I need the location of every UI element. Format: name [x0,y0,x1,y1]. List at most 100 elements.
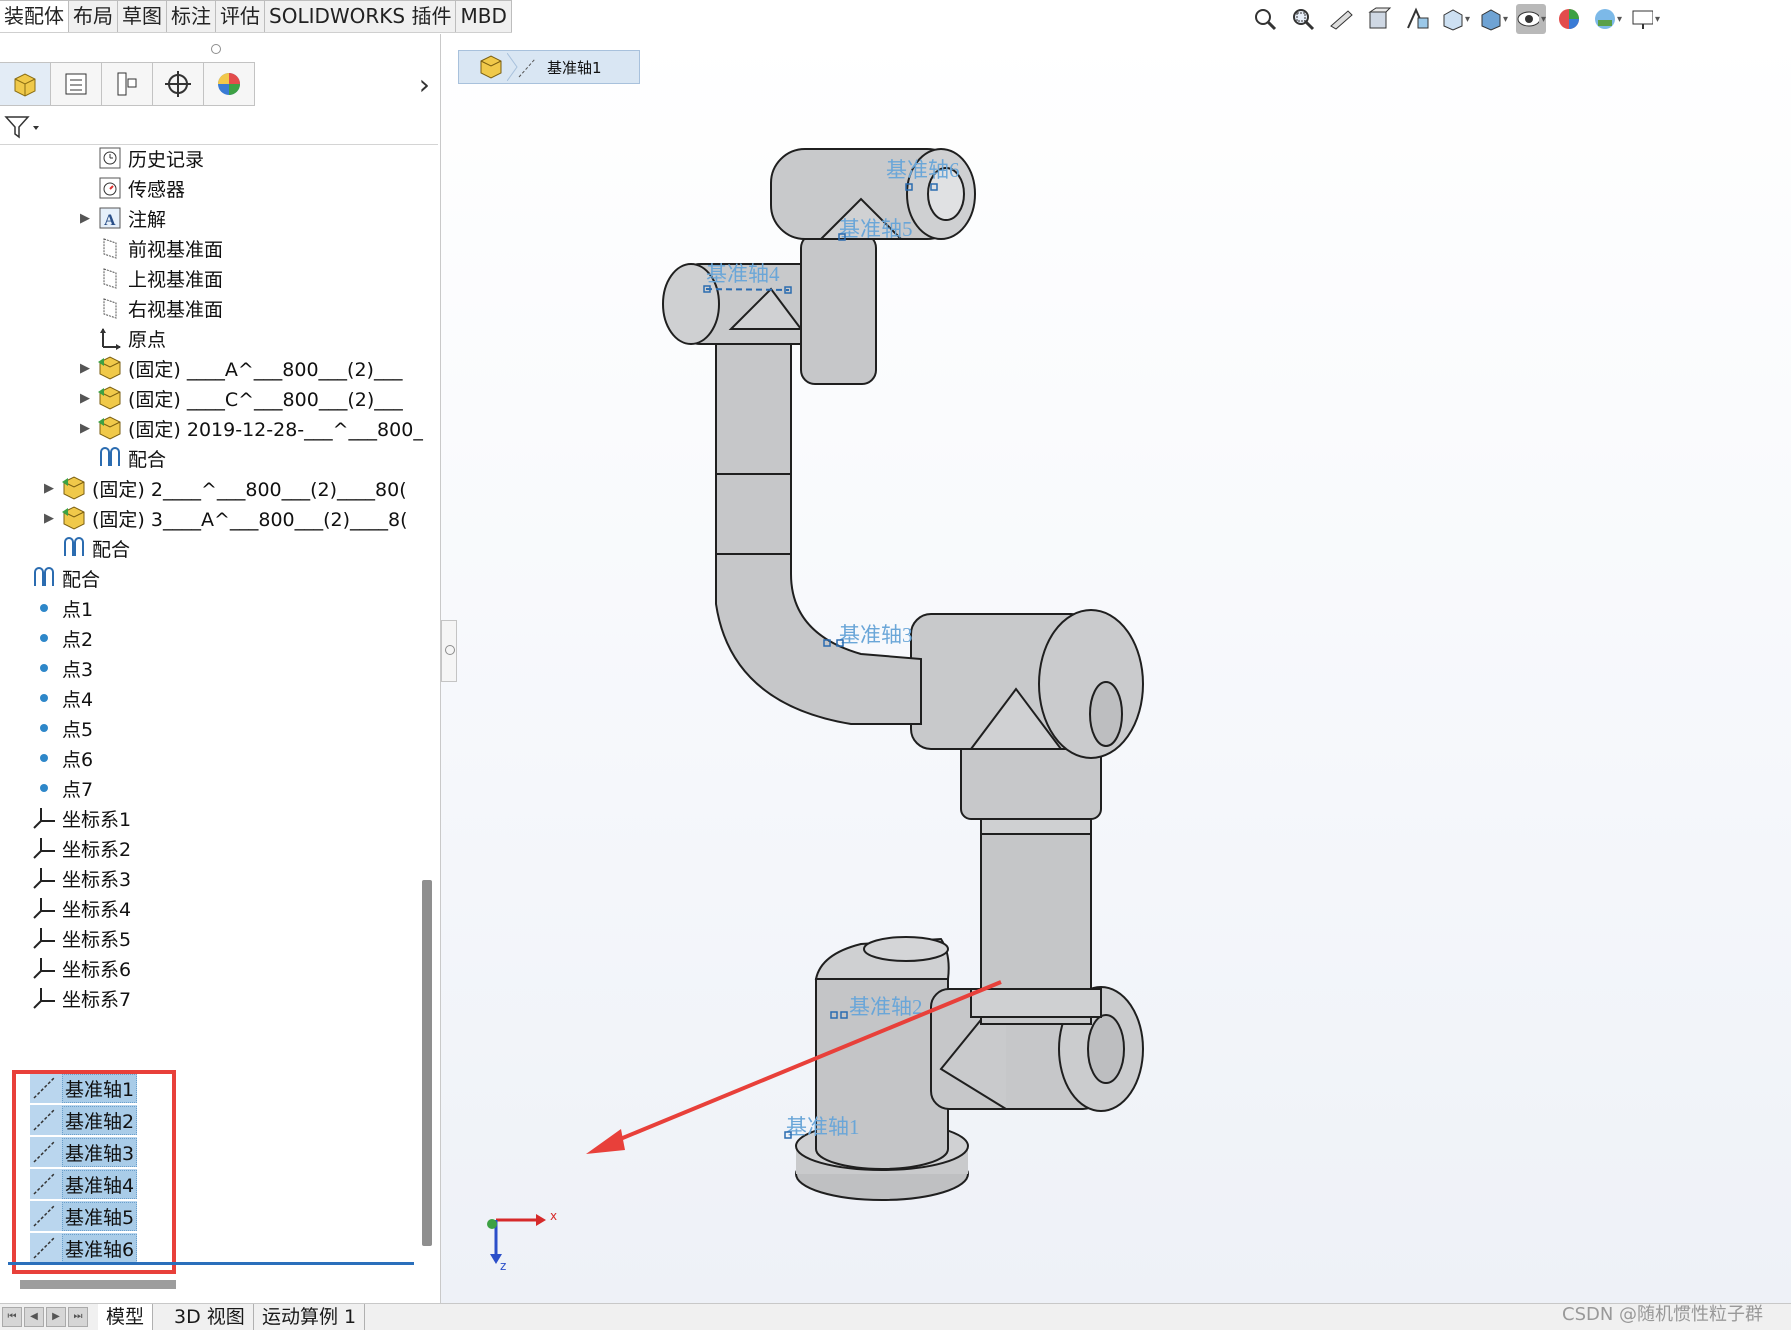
tree-item-point[interactable]: 点5 [12,713,93,743]
tree-item-coordinate-system[interactable]: 坐标系2 [12,833,131,863]
panel-grip[interactable] [211,44,221,54]
tab-layout[interactable]: 布局 [69,0,118,32]
part-icon [96,354,124,382]
expand-icon[interactable]: ▶ [78,391,92,406]
tab-markup[interactable]: 标注 [167,0,216,32]
prev-tab-icon[interactable]: ◀ [24,1307,44,1327]
tree-item-component[interactable]: ▶ (固定) 3____A^___800___(2)____8( [42,503,408,533]
next-tab-icon[interactable]: ▶ [46,1307,66,1327]
tree-item-mates[interactable]: 配合 [12,563,100,593]
plane-icon [96,294,124,322]
tree-item-mates[interactable]: 配合 [78,443,166,473]
tab-sketch[interactable]: 草图 [118,0,167,32]
last-tab-icon[interactable]: ⏭ [68,1307,88,1327]
section-view-icon[interactable] [1364,4,1394,34]
tree-item-front-plane[interactable]: 前视基准面 [78,233,223,263]
plane-icon [96,234,124,262]
zoom-to-fit-icon[interactable] [1250,4,1280,34]
feature-manager-tab-icon[interactable] [0,62,51,106]
filter-icon[interactable] [4,114,40,140]
tree-item-point[interactable]: 点6 [12,743,93,773]
apply-scene-icon[interactable]: ▾ [1592,4,1622,34]
filter-row [0,108,438,145]
coordinate-system-icon [30,804,58,832]
tree-item-mates[interactable]: 配合 [42,533,130,563]
history-icon [96,144,124,172]
tree-item-right-plane[interactable]: 右视基准面 [78,293,223,323]
tree-item-coordinate-system[interactable]: 坐标系7 [12,983,131,1013]
svg-text:A: A [104,212,116,229]
expand-icon[interactable]: ▶ [78,421,92,436]
point-icon [30,774,58,802]
tree-vertical-scrollbar[interactable] [422,880,432,1246]
view-settings-icon[interactable]: ▾ [1630,4,1660,34]
axis-label-1: 基准轴1 [786,1115,860,1139]
part-icon [60,504,88,532]
zoom-to-area-icon[interactable] [1288,4,1318,34]
coordinate-system-icon [30,864,58,892]
axis-label-2: 基准轴2 [849,995,923,1019]
property-manager-tab-icon[interactable] [51,62,102,106]
tree-item-point[interactable]: 点2 [12,623,93,653]
part-icon [96,414,124,442]
point-icon [30,714,58,742]
tab-solidworks-addins[interactable]: SOLIDWORKS 插件 [265,0,457,32]
tree-item-coordinate-system[interactable]: 坐标系5 [12,923,131,953]
plane-icon [96,264,124,292]
tree-item-point[interactable]: 点1 [12,593,93,623]
tree-item-point[interactable]: 点7 [12,773,93,803]
tree-item-point[interactable]: 点4 [12,683,93,713]
tree-bottom-divider [8,1262,414,1265]
tree-item-component[interactable]: ▶ (固定) ____A^___800___(2)___ [78,353,402,383]
tree-item-coordinate-system[interactable]: 坐标系6 [12,953,131,983]
mates-icon [96,444,124,472]
sensor-icon [96,174,124,202]
tree-item-origin[interactable]: 原点 [78,323,166,353]
tree-item-annotations[interactable]: ▶ A 注解 [78,203,166,233]
coordinate-system-icon [30,984,58,1012]
hide-show-items-icon[interactable]: ▾ [1516,4,1546,34]
tab-evaluate[interactable]: 评估 [216,0,265,32]
tree-item-point[interactable]: 点3 [12,653,93,683]
expand-icon[interactable]: ▶ [78,361,92,376]
tree-item-top-plane[interactable]: 上视基准面 [78,263,223,293]
robot-arm-model[interactable]: 基准轴6 基准轴5 基准轴4 基准轴3 基准轴2 基准轴1 [441,34,1791,1303]
tab-3d-view[interactable]: 3D 视图 [166,1304,254,1330]
part-icon [96,384,124,412]
tree-item-component[interactable]: ▶ (固定) 2____^___800___(2)____80( [42,473,407,503]
tree-item-coordinate-system[interactable]: 坐标系3 [12,863,131,893]
expand-icon[interactable]: ▶ [42,511,56,526]
tree-horizontal-scrollbar[interactable] [20,1280,176,1289]
view-orientation-icon[interactable]: ▾ [1440,4,1470,34]
tree-item-coordinate-system[interactable]: 坐标系4 [12,893,131,923]
part-icon [60,474,88,502]
point-icon [30,654,58,682]
point-icon [30,624,58,652]
display-manager-tab-icon[interactable] [204,62,255,106]
chevron-right-icon[interactable]: › [419,68,430,101]
dimxpert-tab-icon[interactable] [153,62,204,106]
tree-item-component[interactable]: ▶ (固定) ____C^___800___(2)___ [78,383,403,413]
tree-item-component[interactable]: ▶ (固定) 2019-12-28-___^___800_ [78,413,423,443]
mates-icon [60,534,88,562]
point-icon [30,684,58,712]
dynamic-annotation-icon[interactable] [1402,4,1432,34]
heads-up-view-toolbar: ▾ ▾ ▾ ▾ ▾ [1250,4,1660,34]
tree-item-sensors[interactable]: 传感器 [78,173,185,203]
expand-icon[interactable]: ▶ [78,211,92,226]
configuration-manager-tab-icon[interactable] [102,62,153,106]
tab-mbd[interactable]: MBD [456,0,512,32]
mates-icon [30,564,58,592]
tab-motion-study[interactable]: 运动算例 1 [254,1304,366,1330]
expand-icon[interactable]: ▶ [42,481,56,496]
axis-label-6: 基准轴6 [886,158,960,182]
tree-item-coordinate-system[interactable]: 坐标系1 [12,803,131,833]
tab-assembly[interactable]: 装配体 [0,0,69,32]
tab-model[interactable]: 模型 [98,1304,154,1330]
highlight-box [12,1070,176,1274]
first-tab-icon[interactable]: ⏮ [2,1307,22,1327]
tree-item-history[interactable]: 历史记录 [78,143,204,173]
display-style-icon[interactable]: ▾ [1478,4,1508,34]
edit-appearance-icon[interactable] [1554,4,1584,34]
previous-view-icon[interactable] [1326,4,1356,34]
